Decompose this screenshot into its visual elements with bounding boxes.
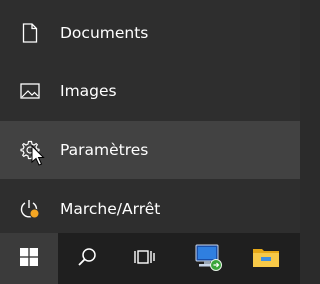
menu-item-documents[interactable]: Documents xyxy=(0,4,300,62)
start-button[interactable] xyxy=(0,233,58,284)
search-button[interactable] xyxy=(58,233,116,284)
power-icon xyxy=(19,198,41,220)
menu-item-images[interactable]: Images xyxy=(0,62,300,120)
menu-item-label: Paramètres xyxy=(60,141,149,159)
search-icon xyxy=(77,247,97,271)
task-view-button[interactable] xyxy=(116,233,174,284)
menu-item-label: Marche/Arrêt xyxy=(60,200,161,218)
mouse-cursor-icon xyxy=(31,144,45,167)
taskbar-app-file-explorer[interactable] xyxy=(237,233,295,284)
windows-logo-icon xyxy=(20,247,38,270)
document-icon xyxy=(19,22,41,44)
start-menu-panel: Documents Images Paramètres Marche/Arrêt xyxy=(0,0,300,233)
menu-item-label: Images xyxy=(60,82,117,100)
menu-item-label: Documents xyxy=(60,24,149,42)
network-computer-icon xyxy=(193,242,223,276)
image-icon xyxy=(19,80,41,102)
menu-item-settings[interactable]: Paramètres xyxy=(0,121,300,179)
menu-item-power[interactable]: Marche/Arrêt xyxy=(0,180,300,238)
folder-icon xyxy=(252,245,280,273)
task-view-icon xyxy=(134,247,156,271)
taskbar xyxy=(0,233,300,284)
taskbar-app-network[interactable] xyxy=(179,233,237,284)
